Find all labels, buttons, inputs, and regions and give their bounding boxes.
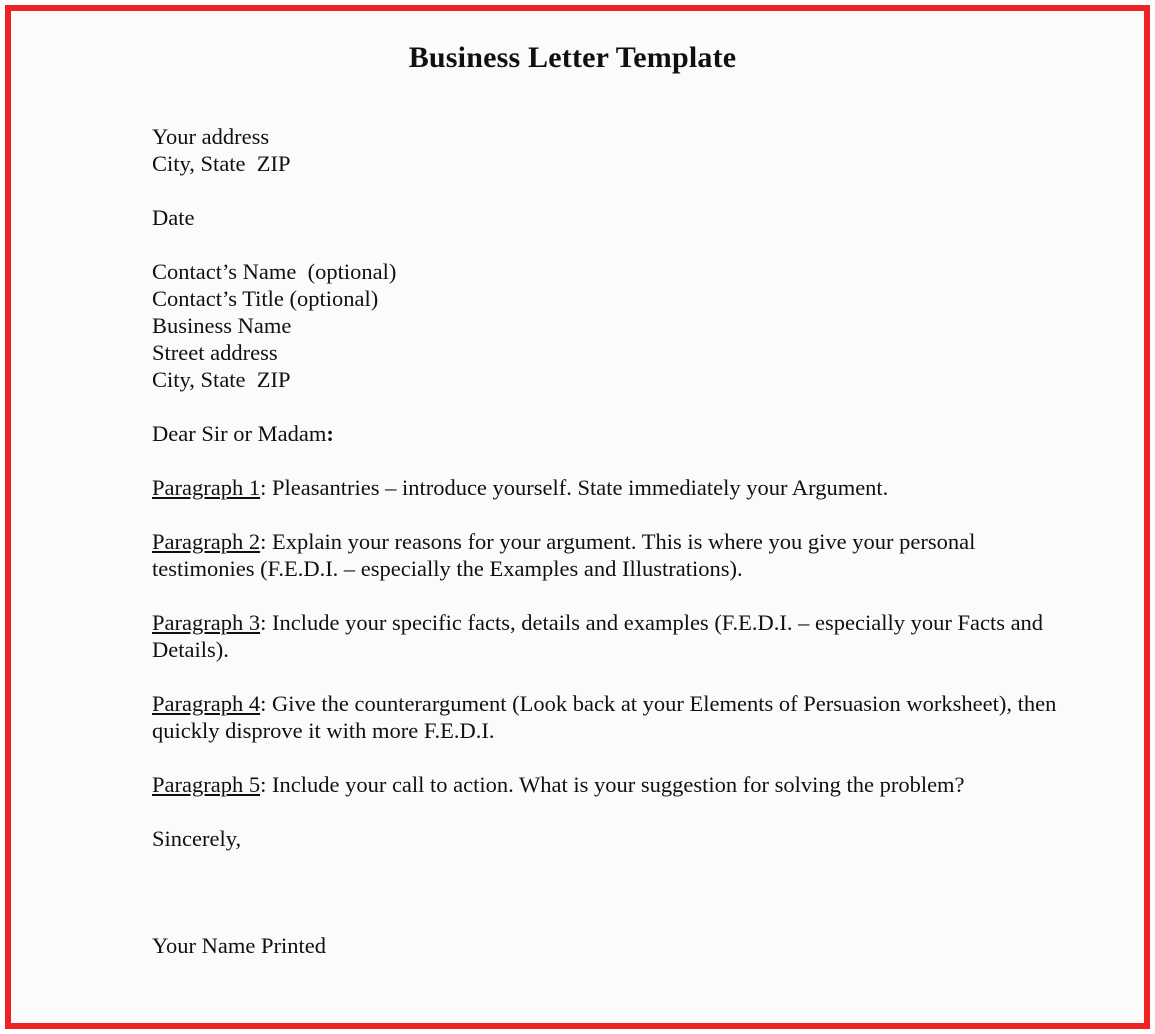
paragraph-label: Paragraph 1	[152, 475, 261, 500]
paragraph-item: Paragraph 1: Pleasantries – introduce yo…	[152, 474, 1072, 501]
date-block: Date	[152, 204, 1072, 231]
paragraph-label: Paragraph 5	[152, 772, 261, 797]
paragraph-label: Paragraph 3	[152, 610, 261, 635]
paragraph-text: Include your specific facts, details and…	[152, 610, 1044, 662]
paragraph-separator: :	[260, 691, 272, 716]
recipient-address-line: City, State ZIP	[152, 367, 291, 392]
recipient-address-line: Contact’s Name (optional)	[152, 259, 397, 284]
salutation-punctuation: :	[326, 421, 334, 446]
page-title: Business Letter Template	[408, 41, 737, 74]
paragraph-separator: :	[260, 772, 272, 797]
paragraph-text: Pleasantries – introduce yourself. State…	[271, 475, 889, 500]
printed-name: Your Name Printed	[152, 933, 326, 958]
paragraph-label: Paragraph 4	[152, 691, 261, 716]
signature-space	[152, 852, 1072, 932]
paragraph-item: Paragraph 5: Include your call to action…	[152, 771, 1072, 798]
paragraph-item: Paragraph 2: Explain your reasons for yo…	[152, 528, 1072, 582]
letter-body: Your address City, State ZIP Date Contac…	[152, 123, 1072, 959]
paragraph-item: Paragraph 3: Include your specific facts…	[152, 609, 1072, 663]
paragraph-separator: :	[260, 610, 272, 635]
paragraph-text: Give the counterargument (Look back at y…	[152, 691, 1057, 743]
paragraph-item: Paragraph 4: Give the counterargument (L…	[152, 690, 1072, 744]
recipient-address-line: Business Name	[152, 313, 292, 338]
paragraph-label: Paragraph 2	[152, 529, 261, 554]
document-page: Business Letter Template Your address Ci…	[11, 11, 1144, 1023]
salutation-text: Dear Sir or Madam	[152, 421, 327, 446]
paragraph-text: Explain your reasons for your argument. …	[152, 529, 976, 581]
paragraph-separator: :	[260, 529, 272, 554]
salutation: Dear Sir or Madam:	[152, 420, 1072, 447]
closing-valediction: Sincerely,	[152, 826, 242, 851]
document-page-border: Business Letter Template Your address Ci…	[5, 5, 1150, 1029]
sender-address-block: Your address City, State ZIP	[152, 123, 1072, 177]
sender-address-line: Your address	[152, 124, 270, 149]
date-label: Date	[152, 205, 195, 230]
recipient-address-line: Contact’s Title (optional)	[152, 286, 379, 311]
recipient-address-line: Street address	[152, 340, 278, 365]
recipient-address-block: Contact’s Name (optional) Contact’s Titl…	[152, 258, 1072, 393]
paragraph-text: Include your call to action. What is you…	[271, 772, 965, 797]
paragraph-separator: :	[260, 475, 272, 500]
sender-address-line: City, State ZIP	[152, 151, 291, 176]
